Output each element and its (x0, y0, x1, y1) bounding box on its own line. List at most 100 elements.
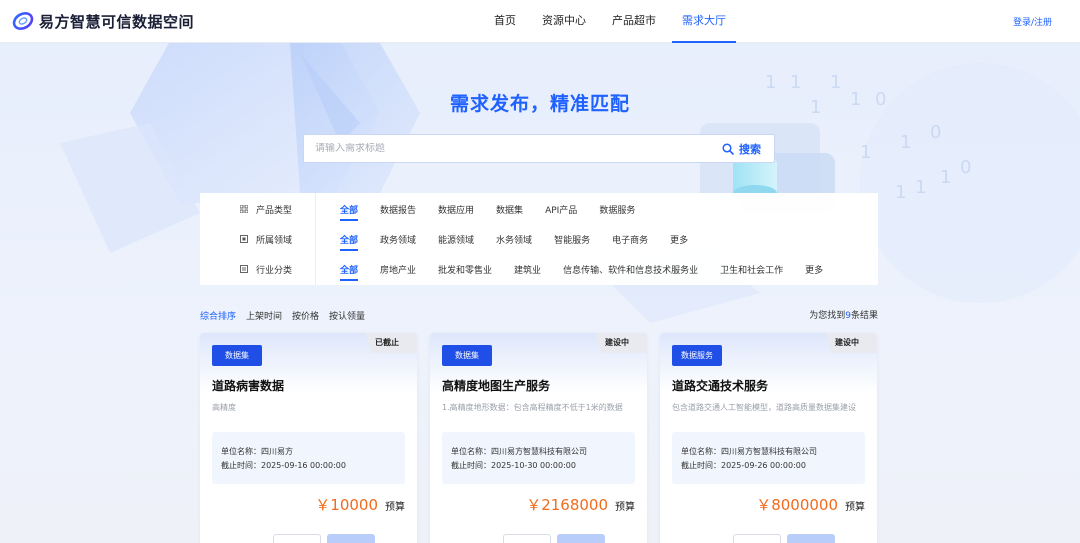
filter-option[interactable]: 数据应用 (438, 203, 474, 216)
filter-option[interactable]: 信息传输、软件和信息技术服务业 (563, 263, 698, 276)
sort-composite[interactable]: 综合排序 (200, 309, 236, 322)
filter-option[interactable]: 电子商务 (612, 233, 648, 246)
demand-card[interactable]: 建设中 数据集 高精度地图生产服务 1.高精度地形数据：包含高程精度不低于1米的… (430, 333, 647, 543)
org-label: 单位名称： (451, 447, 491, 456)
nav-resource-center[interactable]: 资源中心 (532, 0, 596, 43)
sort-bar: 综合排序 上架时间 按价格 按认领量 为您找到9条结果 (200, 308, 878, 322)
search-button-label: 搜索 (739, 142, 761, 156)
deadline-value: 2025-10-30 00:00:00 (491, 461, 576, 470)
type-tag: 数据集 (442, 345, 492, 366)
filter-option-all[interactable]: 全部 (340, 203, 359, 221)
budget-amount: ￥10000 (315, 496, 378, 514)
filter-row-industry: 行业分类 全部 房地产业 批发和零售业 建筑业 信息传输、软件和信息技术服务业 … (200, 254, 878, 284)
result-prefix: 为您找到 (809, 311, 846, 321)
search-input[interactable] (304, 143, 722, 154)
filter-label-text: 行业分类 (256, 265, 293, 276)
filter-panel: 产品类型 全部 数据报告 数据应用 数据集 API产品 数据服务 所属领域 全部 (200, 193, 878, 285)
card-description: 高精度 (212, 403, 236, 412)
card-primary-button[interactable] (327, 534, 375, 543)
deadline-label: 截止时间： (451, 461, 491, 470)
card-title[interactable]: 道路病害数据 (212, 377, 284, 394)
demand-card[interactable]: 已截止 数据集 道路病害数据 高精度 单位名称：四川易方 截止时间：2025-0… (200, 333, 417, 543)
budget-label: 预算 (845, 502, 865, 513)
filter-option-more[interactable]: 更多 (805, 263, 823, 276)
card-primary-button[interactable] (787, 534, 835, 543)
result-suffix: 条结果 (850, 311, 878, 321)
filter-option[interactable]: 批发和零售业 (438, 263, 492, 276)
svg-text:1: 1 (940, 167, 951, 188)
card-secondary-button[interactable] (733, 534, 781, 543)
nav-demand-hall[interactable]: 需求大厅 (672, 0, 736, 43)
filter-option[interactable]: 能源领域 (438, 233, 474, 246)
search-button[interactable]: 搜索 (722, 141, 774, 157)
card-primary-button[interactable] (557, 534, 605, 543)
card-secondary-button[interactable] (273, 534, 321, 543)
card-info-box: 单位名称：四川易方 截止时间：2025-09-16 00:00:00 (212, 432, 405, 484)
filter-label-text: 产品类型 (256, 205, 293, 216)
svg-text:1: 1 (860, 142, 871, 163)
filter-option-all[interactable]: 全部 (340, 263, 359, 281)
budget-label: 预算 (385, 502, 405, 513)
type-tag: 数据服务 (672, 345, 722, 366)
filter-option[interactable]: 数据报告 (380, 203, 416, 216)
nav-product-market[interactable]: 产品超市 (602, 0, 666, 43)
site-logo[interactable]: 易方智慧可信数据空间 (12, 10, 194, 32)
result-count: 为您找到9条结果 (809, 308, 878, 321)
login-register-link[interactable]: 登录/注册 (1013, 15, 1052, 28)
budget-label: 预算 (615, 502, 635, 513)
budget: ￥2168000 预算 (526, 494, 635, 515)
org-line: 单位名称：四川易方智慧科技有限公司 (451, 446, 587, 457)
sort-claim-count[interactable]: 按认领量 (329, 309, 365, 322)
deadline-value: 2025-09-26 00:00:00 (721, 461, 806, 470)
filter-option[interactable]: API产品 (545, 203, 577, 216)
org-label: 单位名称： (221, 447, 261, 456)
demand-card[interactable]: 建设中 数据服务 道路交通技术服务 包含道路交通人工智能模型，道路高质量数据集建… (660, 333, 877, 543)
filter-label-text: 所属领域 (256, 235, 293, 246)
card-secondary-button[interactable] (503, 534, 551, 543)
hero-title: 需求发布，精准匹配 (449, 93, 630, 115)
top-header: 易方智慧可信数据空间 首页 资源中心 产品超市 需求大厅 登录/注册 (0, 0, 1080, 43)
search-bar: 搜索 (303, 134, 775, 163)
nav-home[interactable]: 首页 (484, 0, 526, 43)
budget: ￥10000 预算 (315, 494, 405, 515)
filter-option[interactable]: 卫生和社会工作 (720, 263, 783, 276)
budget: ￥8000000 预算 (756, 494, 865, 515)
deadline-line: 截止时间：2025-10-30 00:00:00 (451, 460, 576, 471)
budget-amount: ￥2168000 (526, 496, 608, 514)
deadline-value: 2025-09-16 00:00:00 (261, 461, 346, 470)
filter-option-more[interactable]: 更多 (670, 233, 688, 246)
card-info-box: 单位名称：四川易方智慧科技有限公司 截止时间：2025-10-30 00:00:… (442, 432, 635, 484)
deadline-line: 截止时间：2025-09-16 00:00:00 (221, 460, 346, 471)
svg-text:1: 1 (895, 182, 906, 203)
org-value: 四川易方智慧科技有限公司 (491, 447, 587, 456)
list-icon (240, 265, 248, 273)
card-title[interactable]: 高精度地图生产服务 (442, 377, 550, 394)
filter-option[interactable]: 政务领域 (380, 233, 416, 246)
filter-options: 全部 数据报告 数据应用 数据集 API产品 数据服务 (340, 203, 657, 221)
filter-option-all[interactable]: 全部 (340, 233, 359, 251)
org-line: 单位名称：四川易方智慧科技有限公司 (681, 446, 817, 457)
filter-option[interactable]: 数据集 (496, 203, 523, 216)
budget-amount: ￥8000000 (756, 496, 838, 514)
hero-section: 111 110 110 111 0 需求发布，精准匹配 搜索 (0, 43, 1080, 543)
grid-icon (240, 205, 248, 213)
sort-listing-time[interactable]: 上架时间 (246, 309, 282, 322)
filter-option[interactable]: 水务领域 (496, 233, 532, 246)
svg-text:1: 1 (900, 132, 911, 153)
filter-row-product-type: 产品类型 全部 数据报告 数据应用 数据集 API产品 数据服务 (200, 194, 878, 224)
filter-options: 全部 政务领域 能源领域 水务领域 智能服务 电子商务 更多 (340, 233, 710, 251)
filter-option[interactable]: 智能服务 (554, 233, 590, 246)
filter-label-industry: 行业分类 (240, 263, 292, 276)
org-value: 四川易方 (261, 447, 293, 456)
filter-option[interactable]: 数据服务 (599, 203, 635, 216)
deadline-label: 截止时间： (221, 461, 261, 470)
filter-option[interactable]: 建筑业 (514, 263, 541, 276)
filter-option[interactable]: 房地产业 (380, 263, 416, 276)
site-name: 易方智慧可信数据空间 (39, 12, 195, 31)
main-nav: 首页 资源中心 产品超市 需求大厅 (484, 0, 742, 43)
sort-price[interactable]: 按价格 (292, 309, 319, 322)
deadline-label: 截止时间： (681, 461, 721, 470)
ring-logo-icon (12, 11, 34, 31)
card-description: 1.高精度地形数据：包含高程精度不低于1米的数据 (442, 403, 623, 412)
card-title[interactable]: 道路交通技术服务 (672, 377, 768, 394)
